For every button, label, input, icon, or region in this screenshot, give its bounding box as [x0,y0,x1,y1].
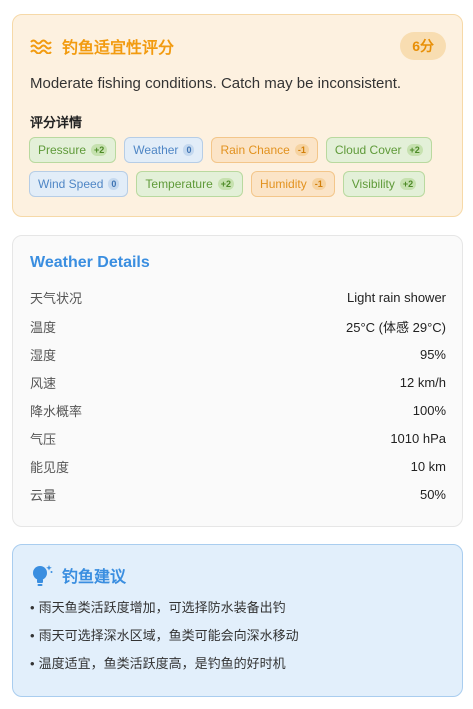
weather-label: 天气状况 [30,290,83,306]
weather-label: 风速 [30,375,57,391]
weather-details-card: Weather Details 天气状况 Light rain shower 温… [12,235,463,527]
weather-value: Light rain shower [347,289,446,305]
score-title: 钓鱼适宜性评分 [62,40,175,57]
weather-row-wind-speed: 风速 12 km/h [30,372,446,392]
factor-delta: +2 [217,178,235,190]
score-factors: Pressure +2 Weather 0 Rain Chance -1 Clo… [29,137,449,197]
lightbulb-icon [33,565,53,586]
factor-chip-temperature: Temperature +2 [136,171,244,197]
weather-value: 1010 hPa [390,430,446,446]
factor-delta: -1 [294,144,309,156]
weather-label: 温度 [30,319,57,335]
factor-delta: -1 [311,178,326,190]
weather-row-visibility: 能见度 10 km [30,456,446,476]
factor-chip-humidity: Humidity -1 [251,171,335,197]
fishing-score-card: 钓鱼适宜性评分 6分 Moderate fishing conditions. … [12,14,463,217]
waves-icon [30,39,52,54]
weather-row-pressure: 气压 1010 hPa [30,428,446,448]
weather-row-condition: 天气状况 Light rain shower [30,287,446,307]
advice-header: 钓鱼建议 [30,563,126,587]
weather-value: 50% [419,486,446,502]
advice-item: 温度适宜，鱼类活跃度高，是钓鱼的好时机 [30,655,299,683]
weather-row-precipitation: 降水概率 100% [30,400,446,420]
weather-row-humidity: 湿度 95% [30,344,446,364]
factor-label: Wind Speed [38,177,104,191]
score-badge: 6分 [400,32,446,60]
score-header: 钓鱼适宜性评分 [30,34,174,58]
advice-item: 雨天鱼类活跃度增加，可选择防水装备出钓 [30,599,299,627]
factor-delta: +2 [91,144,108,156]
weather-value: 25°C (体感 29°C) [346,319,446,335]
weather-label: 能见度 [30,459,70,475]
factor-delta: +2 [406,144,423,156]
weather-label: 云量 [30,487,57,503]
factor-label: Visibility [351,177,395,191]
factor-chip-rain-chance: Rain Chance -1 [211,137,318,163]
factor-delta: +2 [399,178,417,190]
advice-item: 雨天可选择深水区域，鱼类可能会向深水移动 [30,627,299,655]
weather-label: 湿度 [30,347,57,363]
factor-label: Pressure [38,143,87,157]
factor-label: Temperature [145,177,213,191]
weather-value: 10 km [410,458,446,474]
factor-delta: 0 [108,178,120,190]
factor-chip-visibility: Visibility +2 [342,171,426,197]
factor-label: Humidity [260,177,307,191]
score-details-heading: 评分详情 [30,115,83,130]
advice-list: 雨天鱼类活跃度增加，可选择防水装备出钓 雨天可选择深水区域，鱼类可能会向深水移动… [30,599,299,683]
advice-title: 钓鱼建议 [62,569,127,586]
weather-label: 气压 [30,431,57,447]
factor-chip-cloud-cover: Cloud Cover +2 [325,137,432,163]
factor-chip-weather: Weather 0 [124,137,204,163]
factor-chip-pressure: Pressure +2 [29,137,117,163]
factor-chip-wind-speed: Wind Speed 0 [29,171,129,197]
factor-label: Rain Chance [220,143,290,157]
weather-details-title: Weather Details [30,254,150,271]
fishing-advice-card: 钓鱼建议 雨天鱼类活跃度增加，可选择防水装备出钓 雨天可选择深水区域，鱼类可能会… [12,544,463,697]
factor-label: Cloud Cover [334,143,402,157]
weather-value: 12 km/h [399,374,446,390]
weather-row-temperature: 温度 25°C (体感 29°C) [30,316,446,336]
factor-label: Weather [133,143,179,157]
factor-delta: 0 [183,144,195,156]
weather-value: 95% [419,346,446,362]
score-description: Moderate fishing conditions. Catch may b… [30,75,402,92]
weather-value: 100% [412,402,446,418]
weather-label: 降水概率 [30,403,83,419]
weather-row-cloud-cover: 云量 50% [30,484,446,504]
